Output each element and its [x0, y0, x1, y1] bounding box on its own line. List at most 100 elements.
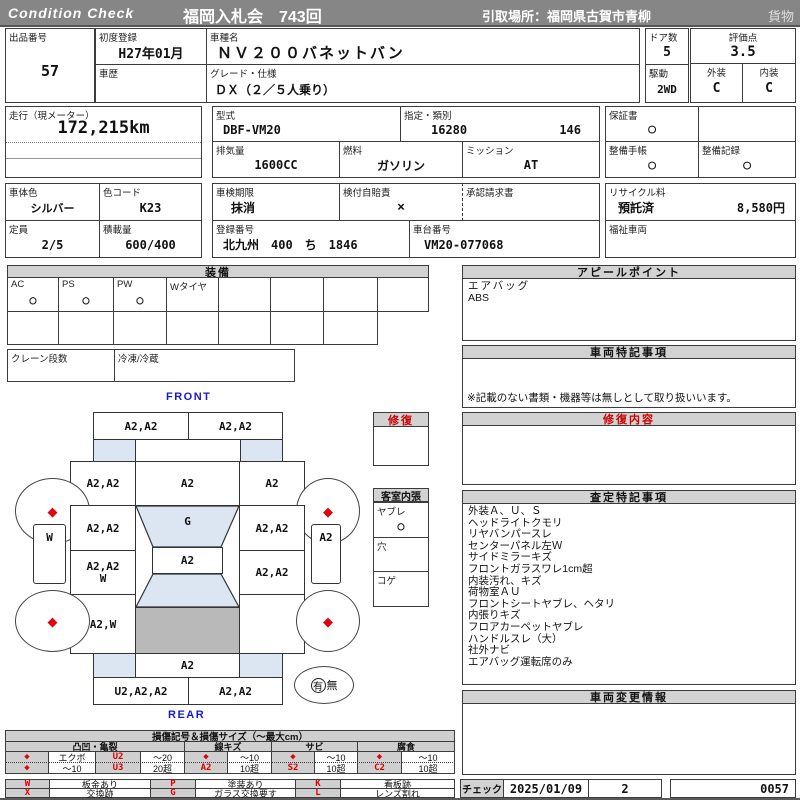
exterior-grade-value: C [712, 81, 721, 96]
panel-front-door-right: A2,A2 [239, 505, 305, 551]
legend-symbol-x: X [5, 788, 50, 798]
chassis-number-box: 車台番号 VM20-077068 [409, 220, 600, 258]
score-box: 評価点 3.5 [690, 28, 796, 64]
maintenance-record-box: 整備記録 ○ [698, 141, 796, 178]
panel-rear-bumper-right: A2,A2 [188, 677, 283, 705]
legend-symbol-l: L [295, 788, 341, 798]
equipment-cell-empty [323, 277, 378, 312]
model-code-value: DBF-VM20 [223, 122, 281, 137]
insurance-value: × [397, 200, 405, 215]
check-date-cell: 2025/01/09 [503, 779, 589, 798]
panel-hood: A2 [135, 461, 240, 506]
wheel-rear-left: ◆ [15, 590, 90, 652]
panel-rear-corner-left [93, 653, 136, 678]
welfare-vehicle-box: 福祉車両 [605, 220, 796, 258]
transmission-value: AT [523, 158, 539, 172]
first-registration-box: 初度登録 H27年01月 [95, 28, 207, 65]
equipment-cell-empty [113, 311, 167, 345]
divider [6, 142, 201, 143]
maintenance-record-value: ○ [743, 157, 751, 173]
vehicle-notes-text: ※記載のない書類・機器等は無しとして取り扱いいます。 [467, 392, 737, 404]
check-label-cell: チェック [460, 779, 504, 798]
vehicle-notes-body: ※記載のない書類・機器等は無しとして取り扱いいます。 [462, 359, 796, 408]
spare-tire-indicator: 有 無 [294, 666, 354, 704]
assessment-line: 社外ナビ [468, 644, 510, 657]
panel-fender-right: A2 [239, 461, 305, 506]
appeal-line: ABS [468, 291, 490, 304]
header-bar: Condition Check 福岡入札会 743回 引取場所：福岡県古賀市青柳… [0, 0, 800, 27]
assessment-line: 荷物室ＡＵ [468, 586, 521, 599]
legend-code: C2 [357, 762, 402, 774]
equipment-cell-ac: AC ○ [7, 277, 59, 312]
grade-box: グレード・仕様 ＤＸ（２／５人乗り） [206, 64, 640, 103]
sheet-number-cell: 0057 [670, 779, 796, 798]
front-label: FRONT [166, 391, 212, 403]
spare-yes-mark: 有 [310, 677, 326, 693]
cabin-item-tear: ヤブレ ○ [373, 502, 429, 538]
equipment-cell-empty [58, 311, 114, 345]
assessment-body: 外装Ａ、Ｕ、Ｓ ヘッドライトクモリ リヤバンパースレ センターパネル左Ｗ サイド… [462, 504, 796, 685]
score-value: 3.5 [730, 43, 756, 60]
legend-value: 10超 [401, 762, 455, 774]
panel-rear-bumper-left: U2,A2,A2 [93, 677, 189, 705]
fridge-box: 冷凍/冷蔵 [114, 349, 295, 382]
legend-symbol-g: G [150, 788, 196, 798]
empty-doc-box [698, 106, 796, 142]
equipment-cell-empty [7, 311, 59, 345]
repair-content-header: 修復内容 [462, 412, 796, 426]
model-code-box: 型式 DBF-VM20 [212, 106, 401, 142]
appeal-body: エアバッグ ABS [462, 279, 796, 341]
panel-quarter-right [239, 594, 305, 654]
load-capacity-box: 積載量 600/400 [99, 220, 202, 258]
panel-front-bumper-right: A2,A2 [188, 412, 283, 440]
spare-no-mark: 無 [326, 680, 338, 692]
legend-value: 10超 [314, 762, 358, 774]
cabin-item-hole: 穴 [373, 537, 429, 572]
legend-code: U3 [95, 762, 141, 774]
equipment-cell-pw: PW ○ [113, 277, 167, 312]
assessment-header: 査定特記事項 [462, 490, 796, 504]
panel-tailgate: A2 [135, 653, 240, 678]
change-info-body [462, 704, 796, 775]
damage-diamond-icon: ◆ [47, 503, 58, 519]
load-capacity-value: 600/400 [125, 237, 176, 252]
class-number-value: 146 [559, 122, 581, 137]
displacement-value: 1600CC [254, 158, 298, 172]
registration-number-value: 北九州 400 ち 1846 [223, 238, 358, 252]
equipment-cell-empty [323, 311, 378, 345]
brand-logo: Condition Check [8, 5, 135, 21]
lot-number-box: 出品番号 57 [5, 28, 95, 103]
vehicle-notes-header: 車両特記事項 [462, 345, 796, 359]
maintenance-book-value: ○ [648, 157, 656, 173]
check-date-value: 2025/01/09 [509, 781, 583, 796]
equipment-ps-mark: ○ [82, 293, 90, 307]
legend-value: 20超 [140, 762, 185, 774]
legend-value: 10超 [227, 762, 272, 774]
warranty-box: 保証書 ○ [605, 106, 699, 142]
legend-value: ～10 [48, 762, 96, 774]
panel-front-corner-left [93, 439, 136, 462]
type-class-box: 指定・類別 16280 146 [400, 106, 600, 142]
capacity-box: 定員 2/5 [5, 220, 100, 258]
panel-front-door-left: A2,A2 [70, 505, 136, 551]
equipment-cell-empty [270, 277, 324, 312]
equipment-cell-empty [377, 277, 429, 312]
pickup-location: 引取場所：福岡県古賀市青柳 [482, 9, 652, 24]
damage-diamond-icon: ◆ [323, 503, 333, 519]
body-color-box: 車体色 シルバー [5, 183, 100, 221]
appeal-header: アピールポイント [462, 265, 796, 279]
change-info-header: 車両変更情報 [462, 690, 796, 704]
equipment-cell-wtire: Wタイヤ [166, 277, 219, 312]
lot-number-value: 57 [40, 62, 60, 80]
panel-side-sill-right: A2 [311, 524, 341, 584]
panel-windshield-label: G [184, 515, 191, 528]
doors-value: 5 [663, 44, 671, 60]
check-count-cell: 2 [588, 779, 662, 798]
color-code-value: K23 [139, 200, 162, 215]
interior-grade-box: 内装 C [742, 63, 796, 103]
doors-box: ドア数 5 [645, 28, 689, 65]
interior-grade-value: C [765, 81, 773, 96]
divider [6, 158, 201, 159]
wheel-rear-right: ◆ [296, 590, 360, 652]
equipment-cell-empty [166, 311, 219, 345]
